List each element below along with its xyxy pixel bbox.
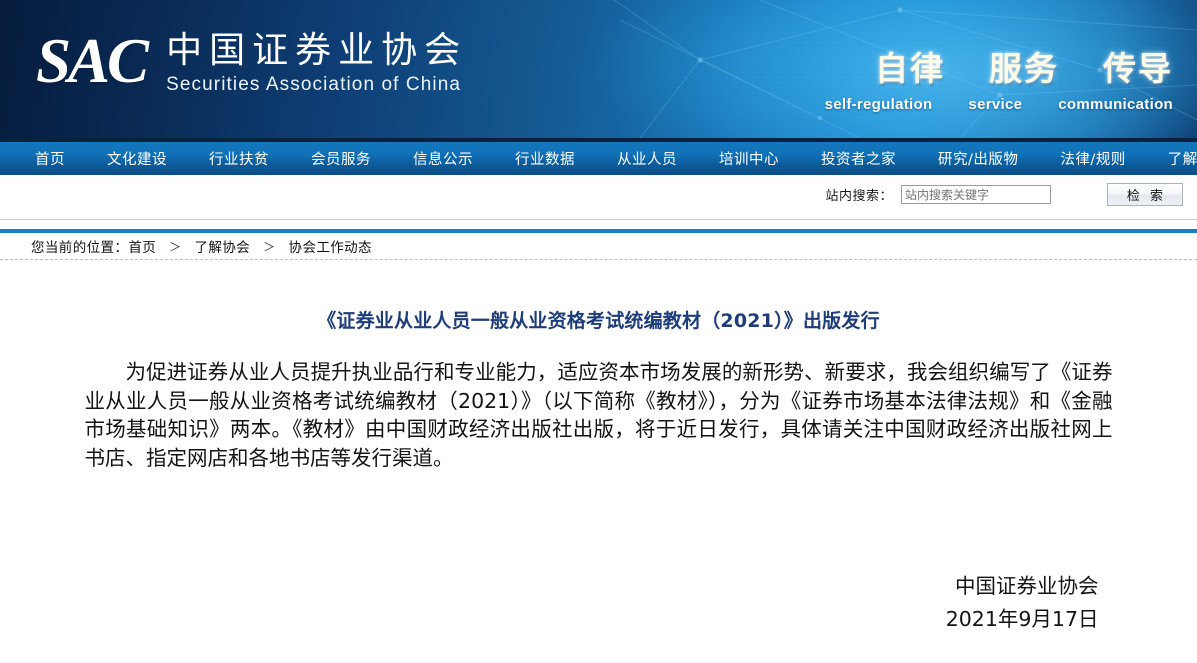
article-paragraph: 为促进证券从业人员提升执业品行和专业能力，适应资本市场发展的新形势、新要求，我会… [84,360,1113,470]
main-navigation: 首页 文化建设 行业扶贫 会员服务 信息公示 行业数据 从业人员 培训中心 投资… [0,142,1197,175]
org-name-block: 中国证券业协会 Securities Association of China [166,30,467,97]
nav-item-member[interactable]: 会员服务 [290,148,392,169]
nav-item-home[interactable]: 首页 [14,148,86,169]
search-row: 站内搜索： 检 索 [0,175,1197,220]
nav-item-culture[interactable]: 文化建设 [86,148,188,169]
search-input[interactable] [901,185,1051,204]
slogan-en-1: self-regulation [824,96,933,113]
nav-item-poverty[interactable]: 行业扶贫 [188,148,290,169]
nav-item-investor[interactable]: 投资者之家 [800,148,917,169]
nav-item-research[interactable]: 研究/出版物 [917,148,1039,169]
slogan-cn-row: 自律 服务 传导 [825,42,1173,90]
site-header-banner: SAC 中国证券业协会 Securities Association of Ch… [0,0,1197,138]
slogan-cn-1: 自律 [875,49,945,88]
breadcrumb-separator-icon: ＞ [169,239,182,254]
breadcrumb-prefix: 您当前的位置： [31,240,129,256]
org-name-en: Securities Association of China [166,74,462,96]
article-body: 为促进证券从业人员提升执业品行和专业能力，适应资本市场发展的新形势、新要求，我会… [85,358,1113,472]
breadcrumb-item-home[interactable]: 首页 [128,236,156,256]
breadcrumb-bar: 您当前的位置： 首页 ＞ 了解协会 ＞ 协会工作动态 [0,233,1197,260]
nav-item-practitioner[interactable]: 从业人员 [596,148,698,169]
slogan-cn-2: 服务 [989,49,1059,88]
org-name-cn: 中国证券业协会 [166,30,468,71]
nav-item-data[interactable]: 行业数据 [494,148,596,169]
nav-item-disclosure[interactable]: 信息公示 [392,148,494,169]
slogan-en-row: self-regulation service communication [825,96,1173,113]
signature-organization: 中国证券业协会 [955,574,1099,598]
breadcrumb-item-about[interactable]: 了解协会 [195,236,251,256]
slogan-cn-3: 传导 [1103,49,1173,88]
search-button[interactable]: 检 索 [1107,183,1183,206]
site-logo[interactable]: SAC 中国证券业协会 Securities Association of Ch… [36,26,467,97]
banner-slogan: 自律 服务 传导 self-regulation service communi… [825,42,1173,113]
breadcrumb-item-current[interactable]: 协会工作动态 [289,236,372,256]
site-search: 站内搜索： 检 索 [825,183,1183,206]
sac-logo-mark: SAC [36,26,149,97]
nav-item-about[interactable]: 了解协会 [1147,148,1197,169]
signature-date: 2021年9月17日 [945,607,1099,631]
breadcrumb: 您当前的位置： 首页 ＞ 了解协会 ＞ 协会工作动态 [31,236,372,257]
page-root: SAC 中国证券业协会 Securities Association of Ch… [0,0,1197,663]
article-container: 《证券业从业人员一般从业资格考试统编教材（2021）》出版发行 为促进证券从业人… [0,306,1197,636]
slogan-en-3: communication [1058,96,1173,113]
article-title: 《证券业从业人员一般从业资格考试统编教材（2021）》出版发行 [317,310,880,332]
nav-item-training[interactable]: 培训中心 [698,148,800,169]
breadcrumb-separator-icon-2: ＞ [263,239,276,254]
nav-item-law[interactable]: 法律/规则 [1039,148,1146,169]
search-label: 站内搜索： [825,189,893,204]
slogan-en-2: service [968,96,1023,113]
article-signature: 中国证券业协会 2021年9月17日 [85,570,1113,636]
